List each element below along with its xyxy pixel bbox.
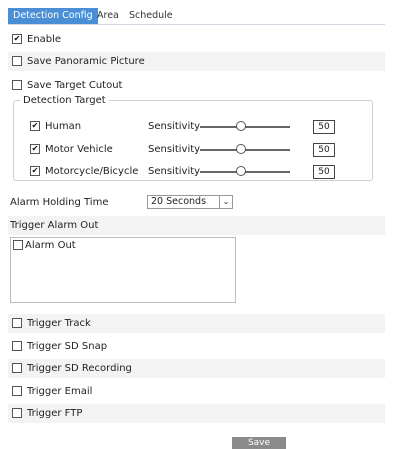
human-label: Human (45, 121, 82, 132)
tab-bar: Detection Config Area Schedule (8, 8, 385, 25)
trigger-email-row: Trigger Email (8, 382, 385, 401)
alarm-holding-value: 20 Seconds (151, 196, 207, 207)
alarm-out-label: Alarm Out (25, 240, 76, 251)
save-panoramic-row: Save Panoramic Picture (8, 52, 385, 71)
trigger-ftp-checkbox[interactable] (12, 407, 22, 418)
trigger-sd-snap-checkbox[interactable] (12, 340, 22, 351)
save-panoramic-checkbox[interactable] (12, 55, 22, 66)
detection-target-legend: Detection Target (23, 95, 106, 106)
trigger-sd-recording-label: Trigger SD Recording (27, 363, 132, 374)
trigger-sd-snap-label: Trigger SD Snap (27, 341, 108, 352)
chevron-down-icon[interactable]: ⌄ (219, 196, 232, 208)
human-sensitivity-label: Sensitivity (148, 121, 201, 132)
human-slider-handle[interactable] (236, 121, 246, 131)
human-sensitivity-value[interactable]: 50 (313, 120, 335, 134)
motorcycle-bicycle-slider-handle[interactable] (236, 166, 246, 176)
save-target-cutout-label: Save Target Cutout (27, 80, 123, 91)
motor-vehicle-sensitivity-value[interactable]: 50 (313, 143, 335, 157)
alarm-out-option: Alarm Out (13, 240, 76, 252)
detection-item-motor-vehicle: Motor Vehicle Sensitivity 50 (30, 142, 370, 158)
alarm-out-list: Alarm Out (10, 237, 236, 303)
enable-row: Enable (8, 30, 385, 49)
save-target-cutout-checkbox[interactable] (12, 79, 22, 90)
motor-vehicle-label: Motor Vehicle (45, 144, 113, 155)
trigger-ftp-label: Trigger FTP (27, 408, 83, 419)
motor-vehicle-checkbox[interactable] (30, 144, 40, 154)
motorcycle-bicycle-sensitivity-label: Sensitivity (148, 166, 201, 177)
motor-vehicle-slider-handle[interactable] (236, 144, 246, 154)
tab-detection-config[interactable]: Detection Config (8, 8, 98, 24)
alarm-holding-select[interactable]: 20 Seconds ⌄ (147, 195, 233, 209)
trigger-ftp-row: Trigger FTP (8, 404, 385, 423)
trigger-sd-recording-checkbox[interactable] (12, 362, 22, 373)
alarm-out-checkbox[interactable] (13, 240, 23, 250)
trigger-sd-recording-row: Trigger SD Recording (8, 359, 385, 378)
trigger-alarm-out-label: Trigger Alarm Out (10, 220, 99, 231)
trigger-email-label: Trigger Email (27, 386, 93, 397)
human-checkbox[interactable] (30, 121, 40, 131)
tab-schedule[interactable]: Schedule (129, 8, 173, 24)
trigger-email-checkbox[interactable] (12, 385, 22, 396)
motorcycle-bicycle-sensitivity-value[interactable]: 50 (313, 165, 335, 179)
tab-area[interactable]: Area (97, 8, 119, 24)
trigger-track-checkbox[interactable] (12, 317, 22, 328)
trigger-track-row: Trigger Track (8, 314, 385, 333)
motor-vehicle-sensitivity-label: Sensitivity (148, 144, 201, 155)
enable-label: Enable (27, 34, 62, 45)
alarm-holding-label: Alarm Holding Time (10, 197, 109, 208)
save-button[interactable]: Save (232, 437, 286, 449)
trigger-sd-snap-row: Trigger SD Snap (8, 337, 385, 356)
motorcycle-bicycle-label: Motorcycle/Bicycle (45, 166, 139, 177)
save-panoramic-label: Save Panoramic Picture (27, 56, 145, 67)
detection-item-human: Human Sensitivity 50 (30, 119, 370, 135)
enable-checkbox[interactable] (12, 33, 22, 44)
motorcycle-bicycle-checkbox[interactable] (30, 166, 40, 176)
trigger-alarm-out-row: Trigger Alarm Out (8, 216, 385, 235)
save-target-cutout-row: Save Target Cutout (8, 76, 385, 95)
trigger-track-label: Trigger Track (27, 318, 91, 329)
detection-item-motorcycle-bicycle: Motorcycle/Bicycle Sensitivity 50 (30, 164, 370, 180)
